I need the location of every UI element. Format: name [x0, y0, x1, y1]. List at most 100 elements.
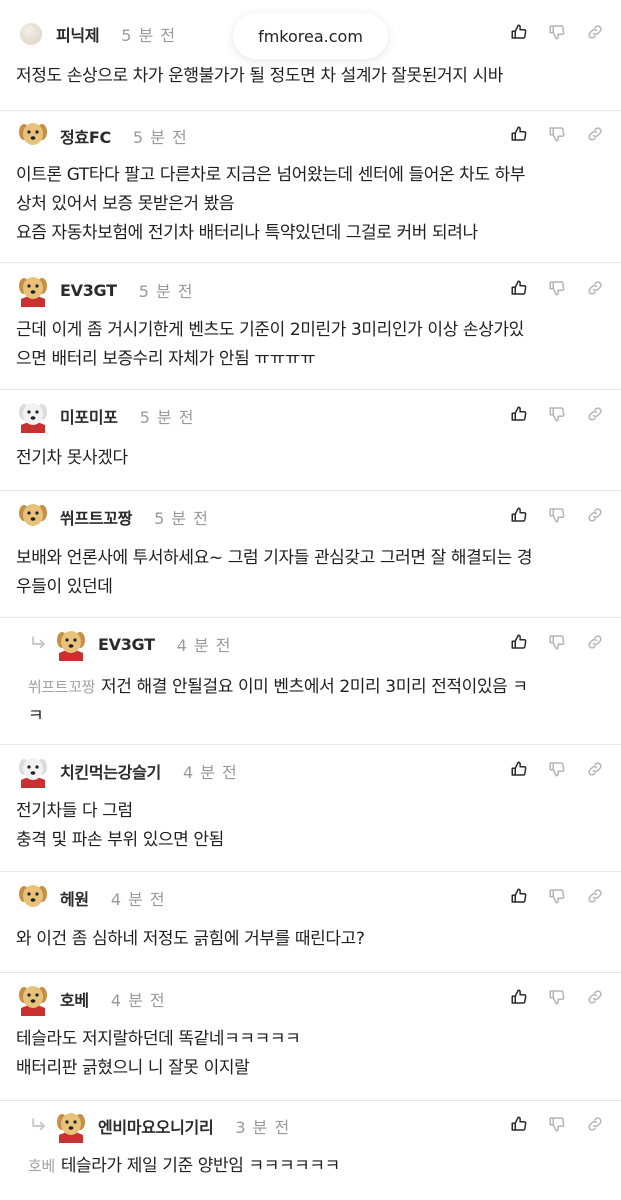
comment-author[interactable]: 미포미포: [60, 404, 118, 428]
reply-mention[interactable]: 호베: [28, 1157, 55, 1175]
avatar[interactable]: [54, 1109, 88, 1143]
like-button[interactable]: [509, 761, 529, 781]
comment-time: 5 분 전: [139, 408, 195, 427]
comment-header: 미포미포 5 분 전: [16, 396, 605, 436]
thumbs-up-icon: [510, 125, 528, 147]
link-icon: [586, 506, 604, 528]
like-button[interactable]: [509, 126, 529, 146]
like-button[interactable]: [509, 634, 529, 654]
reply-arrow-icon: [28, 1115, 50, 1137]
dislike-button[interactable]: [547, 761, 567, 781]
comment-text-line: 쒸프트꼬짱 저건 해결 안될걸요 이미 벤츠에서 2미리 3미리 전적이있음 ㅋ: [28, 673, 603, 702]
comment-actions: [509, 1116, 605, 1136]
comment-body: 저정도 손상으로 차가 운행불가가 될 정도면 차 설계가 잘못된거지 시바: [16, 62, 603, 91]
link-button[interactable]: [585, 634, 605, 654]
avatar[interactable]: [16, 881, 50, 915]
comment-text: 근데 이게 좀 거시기한게 벤츠도 기준이 2미린가 3미리인가 이상 손상가있: [16, 320, 524, 340]
link-button[interactable]: [585, 888, 605, 908]
comment-author[interactable]: 정효FC: [60, 124, 111, 148]
reply-mention[interactable]: 쒸프트꼬짱: [28, 678, 95, 696]
comment-author[interactable]: 피닉제: [56, 22, 100, 46]
link-icon: [586, 125, 604, 147]
like-button[interactable]: [509, 507, 529, 527]
site-domain-pill[interactable]: fmkorea.com: [233, 13, 388, 59]
comment-body: 전기차 못사겠다: [16, 444, 603, 473]
avatar[interactable]: [16, 754, 50, 788]
link-button[interactable]: [585, 507, 605, 527]
comment-text: 와 이건 좀 심하네 저정도 긁힘에 거부를 때린다고?: [16, 929, 365, 949]
comment-author[interactable]: EV3GT: [60, 281, 117, 300]
comment-author[interactable]: 호베: [60, 987, 89, 1011]
comment-text: 으면 배터리 보증수리 자체가 안됨 ㅠㅠㅠㅠ: [16, 349, 316, 369]
comment-body: 근데 이게 좀 거시기한게 벤츠도 기준이 2미린가 3미리인가 이상 손상가있…: [16, 316, 603, 374]
comment-time: 5 분 전: [138, 282, 194, 301]
comment: 정효FC 5 분 전 이트론 GT타다 팔고 다른차로 지금은 넘어왔는데 센터에 …: [0, 111, 621, 263]
comment-time: 4 분 전: [182, 763, 238, 782]
comment-text: 테슬라가 제일 기준 양반임 ㅋㅋㅋㅋㅋㅋ: [60, 1156, 341, 1176]
dislike-button[interactable]: [547, 24, 567, 44]
dislike-button[interactable]: [547, 406, 567, 426]
like-button[interactable]: [509, 1116, 529, 1136]
avatar[interactable]: [16, 119, 50, 153]
comment-author[interactable]: EV3GT: [98, 635, 155, 654]
comment-text: 이트론 GT타다 팔고 다른차로 지금은 넘어왔는데 센터에 들어온 차도 하부: [16, 165, 526, 185]
comment-text-line: 와 이건 좀 심하네 저정도 긁힘에 거부를 때린다고?: [16, 925, 603, 954]
comment-body: 호베 테슬라가 제일 기준 양반임 ㅋㅋㅋㅋㅋㅋ: [28, 1152, 603, 1181]
comment-list: 피닉제 5 분 전 저정도 손상으로 차가 운행불가가 될 정도면 차 설계가 잘못…: [0, 0, 621, 1200]
avatar[interactable]: [16, 273, 50, 307]
comment-body: 쒸프트꼬짱 저건 해결 안될걸요 이미 벤츠에서 2미리 3미리 전적이있음 ㅋㅋ: [28, 673, 603, 731]
dislike-button[interactable]: [547, 126, 567, 146]
comment-actions: [509, 634, 605, 654]
dislike-button[interactable]: [547, 634, 567, 654]
comment-text: 요즘 자동차보험에 전기차 배터리나 특약있던데 그걸로 커버 되려나: [16, 223, 478, 243]
dislike-button[interactable]: [547, 1116, 567, 1136]
comment-text-line: ㅋ: [28, 702, 603, 731]
thumbs-down-icon: [548, 887, 566, 909]
dislike-button[interactable]: [547, 507, 567, 527]
comment-actions: [509, 24, 605, 44]
like-button[interactable]: [509, 406, 529, 426]
link-button[interactable]: [585, 24, 605, 44]
link-icon: [586, 405, 604, 427]
comment-body: 보배와 언론사에 투서하세요~ 그럼 기자들 관심갖고 그러면 잘 해결되는 경…: [16, 544, 603, 602]
link-icon: [586, 988, 604, 1010]
like-button[interactable]: [509, 280, 529, 300]
thumbs-up-icon: [510, 887, 528, 909]
comment-header: 치킨먹는강슬기 4 분 전: [16, 751, 605, 791]
comment-author[interactable]: 엔비마요오니기리: [98, 1114, 214, 1138]
like-button[interactable]: [509, 989, 529, 1009]
link-button[interactable]: [585, 989, 605, 1009]
like-button[interactable]: [509, 24, 529, 44]
comment-text: 전기차 못사겠다: [16, 448, 128, 468]
dislike-button[interactable]: [547, 280, 567, 300]
comment-author[interactable]: 헤원: [60, 886, 89, 910]
avatar[interactable]: [20, 23, 42, 45]
link-button[interactable]: [585, 406, 605, 426]
link-button[interactable]: [585, 761, 605, 781]
avatar[interactable]: [16, 500, 50, 534]
comment-text-line: 전기차 못사겠다: [16, 444, 603, 473]
dislike-button[interactable]: [547, 989, 567, 1009]
comment-actions: [509, 280, 605, 300]
avatar[interactable]: [54, 627, 88, 661]
link-button[interactable]: [585, 126, 605, 146]
comment-time: 5 분 전: [154, 509, 209, 528]
comment-text-line: 우들이 있던데: [16, 573, 603, 602]
comment-body: 전기차들 다 그럼 충격 및 파손 부위 있으면 안됨: [16, 797, 603, 855]
comment-actions: [509, 761, 605, 781]
comment-header: 호베 4 분 전: [16, 979, 605, 1019]
avatar[interactable]: [16, 982, 50, 1016]
link-button[interactable]: [585, 280, 605, 300]
comment-body: 이트론 GT타다 팔고 다른차로 지금은 넘어왔는데 센터에 들어온 차도 하부…: [16, 161, 603, 248]
dislike-button[interactable]: [547, 888, 567, 908]
comment-author[interactable]: 치킨먹는강슬기: [60, 759, 161, 783]
link-button[interactable]: [585, 1116, 605, 1136]
reply-arrow-icon: [28, 633, 50, 655]
comment: 쒸프트꼬짱 5 분 전보배와 언론사에 투서하세요~ 그럼 기자들 관심갖고 그러…: [0, 491, 621, 618]
like-button[interactable]: [509, 888, 529, 908]
comment-text-line: 으면 배터리 보증수리 자체가 안됨 ㅠㅠㅠㅠ: [16, 345, 603, 374]
avatar[interactable]: [16, 399, 50, 433]
comment-header: 헤원 4 분 전: [16, 878, 605, 918]
comment-author[interactable]: 쒸프트꼬짱: [60, 505, 132, 529]
thumbs-down-icon: [548, 506, 566, 528]
